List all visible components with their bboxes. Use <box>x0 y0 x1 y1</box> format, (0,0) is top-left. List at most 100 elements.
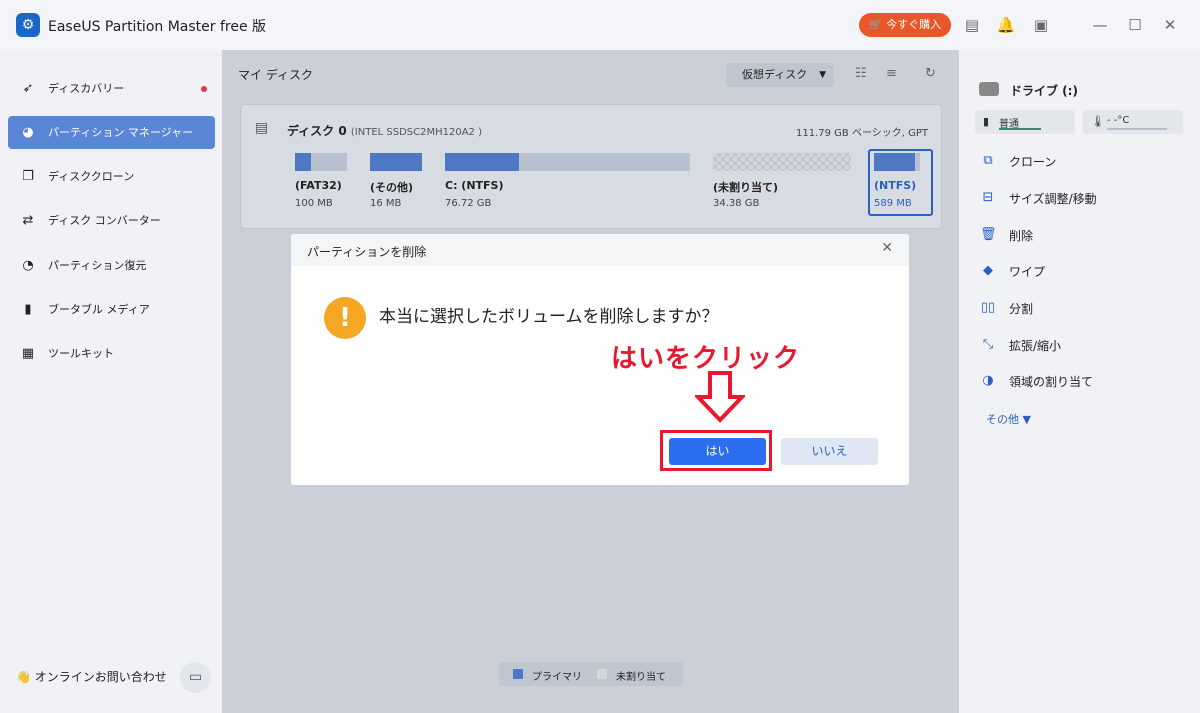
convert-icon: ⇄ <box>22 213 34 228</box>
health-status: ▮ 普通 <box>975 110 1075 134</box>
sidebar-item-label: パーティション復元 <box>48 259 147 272</box>
caret-down-icon: ▼ <box>819 70 826 80</box>
delete-partition-dialog: パーティションを削除 ✕ ! 本当に選択したボリュームを削除しますか？ はいをク… <box>291 234 909 485</box>
annotation-arrow-icon <box>695 371 745 423</box>
sidebar: ➶ ディスカバリー ◕ パーティション マネージャー ❐ ディスククローン ⇄ … <box>0 50 222 713</box>
warning-icon: ! <box>324 297 366 339</box>
partition-size: 34.38 GB <box>713 198 760 209</box>
partition-fill <box>445 153 519 171</box>
sidebar-item-label: ディスククローン <box>48 170 135 183</box>
hdd-icon: ▮ <box>983 115 990 128</box>
sidebar-item-toolkit[interactable]: ▦ ツールキット <box>8 337 215 370</box>
toolbox-icon: ▦ <box>21 346 35 361</box>
extend-icon: ⤡ <box>982 337 994 352</box>
waving-hand-icon: 👋 <box>16 670 31 684</box>
menu-icon[interactable]: ▣ <box>1031 15 1051 35</box>
disk-title: ディスク 0 <box>287 124 347 138</box>
partition-size: 16 MB <box>370 198 402 209</box>
grid-view-icon[interactable]: ☷ <box>855 66 867 81</box>
partition-size: 589 MB <box>874 198 912 209</box>
allocate-icon: ◑ <box>982 373 994 388</box>
trash-icon: 🗑 <box>980 227 997 242</box>
partition-fill <box>295 153 311 171</box>
no-button[interactable]: いいえ <box>781 438 878 465</box>
buy-now-button[interactable]: 🛒 今すぐ購入 <box>859 13 951 37</box>
sidebar-item-partition-manager[interactable]: ◕ パーティション マネージャー <box>8 116 215 149</box>
sidebar-item-disk-clone[interactable]: ❐ ディスククローン <box>8 160 215 193</box>
legend: プライマリ 未割り当て <box>499 662 683 686</box>
minimize-icon[interactable]: — <box>1090 15 1110 35</box>
usb-icon: ▮ <box>24 302 32 317</box>
sidebar-item-label: ブータブル メディア <box>48 303 150 316</box>
refresh-icon[interactable]: ↻ <box>925 66 936 81</box>
close-icon[interactable]: ✕ <box>1160 15 1180 35</box>
maximize-icon[interactable]: ☐ <box>1125 15 1145 35</box>
drive-label: ドライブ (:) <box>1010 84 1078 98</box>
legend-primary-label: プライマリ <box>532 672 582 683</box>
disk-icon: ▤ <box>255 120 269 136</box>
page-title: マイ ディスク <box>238 68 313 82</box>
legend-unallocated-label: 未割り当て <box>616 672 666 683</box>
action-label: ワイプ <box>1009 265 1046 279</box>
partition-bar[interactable] <box>370 153 422 171</box>
pie-chart-icon: ◕ <box>22 125 34 140</box>
action-label: 領域の割り当て <box>1009 375 1094 389</box>
clone-icon: ⧉ <box>983 153 993 168</box>
unallocated-swatch <box>597 669 607 679</box>
resize-icon: ⊟ <box>982 190 994 205</box>
partition-size: 76.72 GB <box>445 198 492 209</box>
action-label: 削除 <box>1009 229 1034 243</box>
action-label: 分割 <box>1009 302 1034 316</box>
partition-label: (その他) <box>370 181 414 194</box>
annotation-text: はいをクリック <box>611 344 801 374</box>
sidebar-item-discovery[interactable]: ➶ ディスカバリー <box>8 72 215 105</box>
partition-bar[interactable] <box>445 153 690 171</box>
disk-name: ディスク 0 (INTEL SSDSC2MH120A2 ) <box>287 122 482 139</box>
partition-label: C: (NTFS) <box>445 179 504 192</box>
recover-icon: ◔ <box>22 258 34 273</box>
dialog-close-icon[interactable]: ✕ <box>881 240 893 256</box>
temperature-label: - -°C <box>1107 115 1130 126</box>
notes-icon[interactable]: ▤ <box>962 15 982 35</box>
copy-icon: ❐ <box>22 169 34 184</box>
primary-swatch <box>513 669 523 679</box>
sidebar-item-partition-recovery[interactable]: ◔ パーティション復元 <box>8 249 215 282</box>
health-bar <box>999 128 1041 130</box>
dialog-header: パーティションを削除 ✕ <box>291 234 909 266</box>
yes-button[interactable]: はい <box>669 438 766 465</box>
online-support-label: オンラインお問い合わせ <box>34 670 167 684</box>
title-bar: ⚙ EaseUS Partition Master free 版 🛒 今すぐ購入… <box>0 0 1200 50</box>
virtual-disk-dropdown[interactable]: 仮想ディスク ▼ <box>726 63 834 87</box>
action-label: 拡張/縮小 <box>1009 339 1062 353</box>
temperature-status: 🌡 - -°C <box>1083 110 1183 134</box>
app-title: EaseUS Partition Master free 版 <box>48 19 267 35</box>
partition-label: (FAT32) <box>295 179 342 192</box>
bell-icon[interactable]: 🔔 <box>996 15 1016 35</box>
more-options-link[interactable]: その他 ▼ <box>986 411 1031 427</box>
sidebar-item-label: パーティション マネージャー <box>48 126 194 139</box>
dialog-title: パーティションを削除 <box>307 245 427 259</box>
dialog-message: 本当に選択したボリュームを削除しますか？ <box>379 307 719 327</box>
list-view-icon[interactable]: ≡ <box>886 66 897 81</box>
sidebar-item-label: ツールキット <box>48 347 114 360</box>
notification-dot <box>201 86 207 92</box>
unallocated-bar[interactable] <box>713 153 851 171</box>
partition-bar[interactable] <box>295 153 347 171</box>
sidebar-item-label: ディスク コンバーター <box>48 214 161 227</box>
app-logo-icon: ⚙ <box>16 13 40 37</box>
chat-icon[interactable]: ▭ <box>180 662 211 693</box>
disk-info: 111.79 GB ベーシック, GPT <box>795 128 928 139</box>
partition-label: (NTFS) <box>874 179 917 192</box>
online-support-link[interactable]: 👋 オンラインお問い合わせ <box>16 668 167 685</box>
action-label: サイズ調整/移動 <box>1009 192 1097 206</box>
virtual-disk-label: 仮想ディスク <box>742 68 808 81</box>
sidebar-item-label: ディスカバリー <box>48 82 125 95</box>
sidebar-item-bootable-media[interactable]: ▮ ブータブル メディア <box>8 293 215 326</box>
temperature-bar <box>1107 128 1167 130</box>
partition-fill <box>370 153 422 171</box>
sidebar-item-disk-converter[interactable]: ⇄ ディスク コンバーター <box>8 204 215 237</box>
split-icon: ▯▯ <box>980 300 996 315</box>
action-label: クローン <box>1009 155 1057 169</box>
eraser-icon: ◆ <box>983 263 993 278</box>
partition-label: (未割り当て) <box>713 181 779 194</box>
